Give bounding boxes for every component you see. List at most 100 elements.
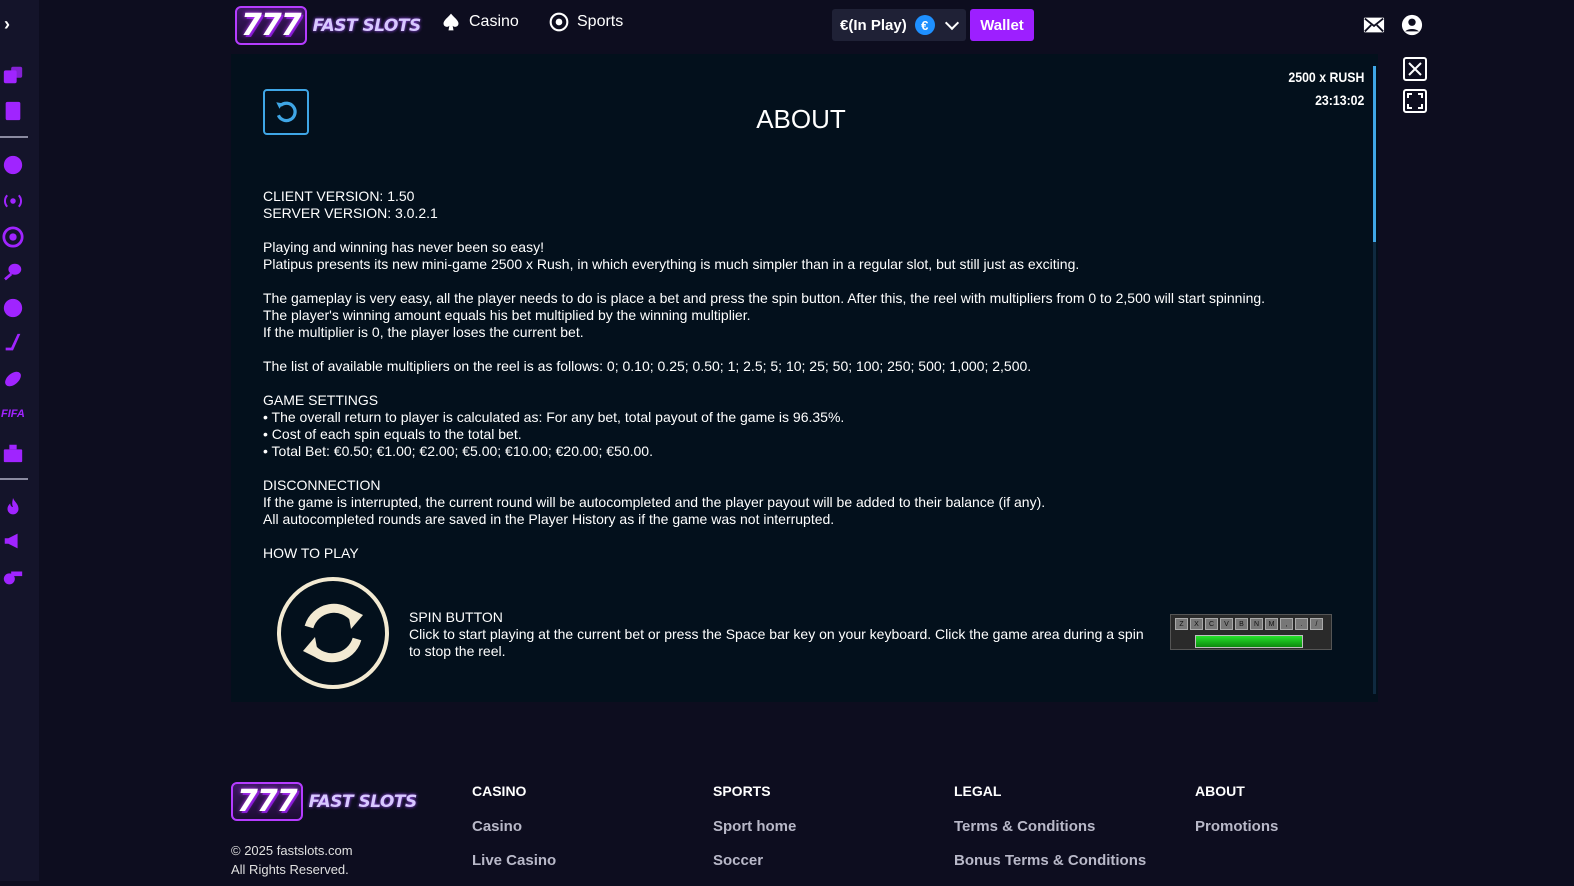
site-logo[interactable]: 777 FAST SLOTS: [235, 6, 421, 45]
basketball-icon[interactable]: [0, 295, 26, 321]
text-line: If the game is interrupted, the current …: [263, 494, 1046, 510]
footer-column-about: ABOUT Promotions: [1195, 783, 1278, 852]
text-line: All autocompleted rounds are saved in th…: [263, 511, 835, 527]
fire-icon[interactable]: [0, 494, 26, 520]
space-bar-key: [1195, 635, 1303, 648]
logo-numbers: 777: [235, 6, 307, 45]
footer-link-sport-home[interactable]: Sport home: [713, 818, 796, 852]
balance-dropdown[interactable]: €(In Play) €: [832, 9, 966, 41]
mail-icon[interactable]: [1363, 14, 1385, 36]
keyboard-key: /: [1310, 618, 1323, 630]
game-info-panel: ABOUT 2500 x RUSH 23:13:02 CLIENT VERSIO…: [231, 54, 1378, 702]
euro-currency-icon: €: [914, 15, 935, 35]
text-line: The player's winning amount equals his b…: [263, 307, 751, 323]
casino-games-icon[interactable]: [0, 62, 26, 88]
section-heading: DISCONNECTION: [263, 477, 381, 493]
footer-link-casino[interactable]: Casino: [472, 818, 556, 852]
text-line: Playing and winning has never been so ea…: [263, 239, 544, 255]
game-header: 2500 x RUSH 23:13:02: [1288, 66, 1364, 112]
wallet-button[interactable]: Wallet: [970, 9, 1034, 41]
copyright: © 2025 fastslots.com All Rights Reserved…: [231, 841, 353, 879]
spade-icon: [443, 13, 459, 31]
keyboard-space-bar-icon: Z X C V B N M,. /: [1170, 614, 1332, 650]
american-football-icon[interactable]: [0, 366, 26, 392]
left-rail: › FIFA: [0, 0, 39, 881]
text-line: The gameplay is very easy, all the playe…: [263, 290, 1266, 306]
user-account-icon[interactable]: [1401, 14, 1423, 36]
page-title: ABOUT: [756, 104, 846, 134]
game-clock: 23:13:02: [1314, 92, 1364, 108]
promotions-icon[interactable]: [0, 440, 26, 466]
text-line: Platipus presents its new mini-game 2500…: [263, 256, 1080, 272]
gameplay-paragraph: The gameplay is very easy, all the playe…: [263, 290, 1343, 341]
megaphone-icon[interactable]: [0, 528, 26, 554]
game-name: 2500 x RUSH: [1287, 69, 1364, 85]
whistle-icon[interactable]: [0, 564, 26, 590]
sports-icon[interactable]: [0, 152, 26, 178]
text-line: If the multiplier is 0, the player loses…: [263, 324, 584, 340]
copyright-line: © 2025 fastslots.com: [231, 843, 353, 858]
rail-divider: [0, 136, 28, 138]
scrollbar-thumb[interactable]: [1373, 66, 1376, 242]
how-to-play-heading: HOW TO PLAY: [263, 545, 1343, 562]
logo-numbers: 777: [231, 782, 303, 821]
fullscreen-button[interactable]: [1403, 89, 1427, 113]
footer-column-casino: CASINO Casino Live Casino: [472, 783, 556, 886]
footer-heading: SPORTS: [713, 783, 771, 799]
nav-sports[interactable]: Sports: [549, 12, 623, 32]
chevron-down-icon: [944, 15, 959, 30]
about-text: CLIENT VERSION: 1.50 SERVER VERSION: 3.0…: [263, 188, 1343, 579]
footer-link-terms[interactable]: Terms & Conditions: [954, 818, 1146, 852]
nav-casino-label: Casino: [469, 13, 519, 30]
footer-heading: LEGAL: [954, 783, 1002, 799]
text-line: • Total Bet: €0.50; €1.00; €2.00; €5.00;…: [263, 443, 653, 459]
footer-heading: CASINO: [472, 783, 527, 799]
soccer-icon[interactable]: [0, 224, 26, 250]
multipliers-paragraph: The list of available multipliers on the…: [263, 358, 1343, 375]
tennis-icon[interactable]: [0, 259, 26, 285]
footer-logo[interactable]: 777 FAST SLOTS: [231, 782, 417, 821]
keyboard-key: M: [1265, 618, 1278, 630]
nav-sports-label: Sports: [577, 13, 624, 30]
cards-icon[interactable]: [0, 98, 26, 124]
esports-fifa-label[interactable]: FIFA: [1, 408, 25, 420]
balance-label: €(In Play): [840, 16, 907, 34]
keyboard-key: N: [1250, 618, 1263, 630]
keyboard-key: X: [1190, 618, 1203, 630]
keyboard-key: B: [1235, 618, 1248, 630]
logo-wordmark: FAST SLOTS: [312, 15, 422, 36]
spin-button-description: Click to start playing at the current be…: [409, 626, 1144, 659]
soccer-ball-icon: [549, 12, 569, 32]
rail-divider: [0, 478, 28, 480]
section-heading: HOW TO PLAY: [263, 545, 359, 561]
keyboard-key: .: [1295, 618, 1308, 630]
fullscreen-icon: [1407, 93, 1423, 109]
game-settings-section: GAME SETTINGS • The overall return to pl…: [263, 392, 1343, 460]
text-line: The list of available multipliers on the…: [263, 358, 1032, 374]
live-icon[interactable]: [0, 188, 26, 214]
keyboard-key: V: [1220, 618, 1233, 630]
intro-paragraph: Playing and winning has never been so ea…: [263, 239, 1343, 273]
keyboard-key: Z: [1175, 618, 1188, 630]
hockey-icon[interactable]: [0, 330, 26, 356]
footer-column-sports: SPORTS Sport home Soccer: [713, 783, 796, 886]
top-bar: 777 FAST SLOTS Casino Sports: [39, 0, 1574, 52]
close-icon: [1408, 62, 1422, 76]
keyboard-key: C: [1205, 618, 1218, 630]
disconnection-section: DISCONNECTION If the game is interrupted…: [263, 477, 1343, 528]
close-game-button[interactable]: [1403, 57, 1427, 81]
footer-link-promotions[interactable]: Promotions: [1195, 818, 1278, 852]
rights-line: All Rights Reserved.: [231, 862, 349, 877]
logo-wordmark: FAST SLOTS: [308, 791, 418, 812]
version-info: CLIENT VERSION: 1.50 SERVER VERSION: 3.0…: [263, 188, 1343, 222]
spin-button-title: SPIN BUTTON: [409, 609, 503, 625]
scrollbar[interactable]: [1373, 66, 1376, 694]
footer-heading: ABOUT: [1195, 783, 1245, 799]
spin-button-icon: [277, 577, 389, 689]
nav-casino[interactable]: Casino: [441, 12, 519, 32]
section-heading: GAME SETTINGS: [263, 392, 379, 408]
server-version: SERVER VERSION: 3.0.2.1: [263, 205, 438, 221]
expand-sidebar-icon[interactable]: ›: [4, 14, 20, 34]
client-version: CLIENT VERSION: 1.50: [263, 188, 415, 204]
text-line: • The overall return to player is calcul…: [263, 409, 845, 425]
